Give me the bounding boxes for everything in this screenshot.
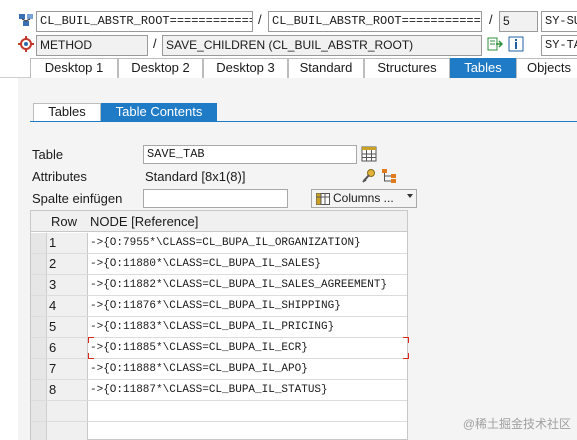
row-selector[interactable] xyxy=(31,254,47,274)
selection-corner xyxy=(88,353,94,359)
table-row[interactable]: 8 ->{O:11887*\CLASS=CL_BUPA_IL_STATUS} xyxy=(31,380,407,401)
chevron-down-icon xyxy=(407,194,413,198)
node-reference-cell[interactable]: ->{O:11880*\CLASS=CL_BUPA_IL_SALES} xyxy=(90,254,321,274)
class-icon xyxy=(18,12,34,28)
table-row[interactable]: 2 ->{O:11880*\CLASS=CL_BUPA_IL_SALES} xyxy=(31,254,407,275)
columns-button[interactable]: Columns ... xyxy=(311,189,417,208)
node-reference-cell[interactable]: ->{O:7955*\CLASS=CL_BUPA_IL_ORGANIZATION… xyxy=(90,233,361,253)
type-field[interactable]: METHOD xyxy=(36,35,148,56)
row-selector[interactable] xyxy=(31,233,47,253)
method-icon xyxy=(18,36,34,52)
line-number-field[interactable]: 5 xyxy=(499,11,538,32)
hierarchy-icon[interactable] xyxy=(381,168,397,184)
spalte-einfuegen-label: Spalte einfügen xyxy=(32,191,123,206)
selection-corner xyxy=(403,353,409,359)
info-icon[interactable] xyxy=(508,36,524,52)
separator: / xyxy=(489,12,493,27)
main-tab-strip: Desktop 1 Desktop 2 Desktop 3 Standard S… xyxy=(0,58,577,78)
attributes-value: Standard [8x1(8)] xyxy=(145,169,246,184)
table-row[interactable] xyxy=(31,422,407,440)
subtab-underline xyxy=(30,121,577,122)
selection-corner xyxy=(403,337,409,343)
sy-tabix-field[interactable]: SY-TA xyxy=(541,35,577,56)
table-input[interactable]: SAVE_TAB xyxy=(143,145,357,164)
grid-header: Row NODE [Reference] xyxy=(31,211,407,232)
tab-tables[interactable]: Tables xyxy=(450,58,516,78)
tab-structures[interactable]: Structures xyxy=(364,58,450,78)
separator: / xyxy=(258,12,262,27)
tab-objects[interactable]: Objects xyxy=(516,58,577,78)
class-field[interactable]: CL_BUIL_ABSTR_ROOT============ xyxy=(36,11,253,32)
table-label: Table xyxy=(32,147,64,162)
node-reference-cell[interactable]: ->{O:11882*\CLASS=CL_BUPA_IL_SALES_AGREE… xyxy=(90,275,387,295)
table-contents-grid[interactable]: Row NODE [Reference] 1 ->{O:7955*\CLASS=C… xyxy=(30,210,409,440)
table-row[interactable]: 5 ->{O:11883*\CLASS=CL_BUPA_IL_PRICING} xyxy=(31,317,407,338)
tab-desktop-2[interactable]: Desktop 2 xyxy=(118,58,203,78)
node-reference-cell[interactable]: ->{O:11883*\CLASS=CL_BUPA_IL_PRICING} xyxy=(90,317,334,337)
node-reference-cell[interactable]: ->{O:11887*\CLASS=CL_BUPA_IL_STATUS} xyxy=(90,380,328,400)
row-selector[interactable] xyxy=(31,338,47,358)
row-selector[interactable] xyxy=(31,275,47,295)
table-view-icon[interactable] xyxy=(361,146,377,162)
row-selector[interactable] xyxy=(31,317,47,337)
table-row[interactable]: 7 ->{O:11888*\CLASS=CL_BUPA_IL_APO} xyxy=(31,359,407,380)
sy-subrc-field[interactable]: SY-SU xyxy=(541,11,577,32)
subtab-table-contents[interactable]: Table Contents xyxy=(101,103,217,121)
node-reference-cell[interactable]: ->{O:11876*\CLASS=CL_BUPA_IL_SHIPPING} xyxy=(90,296,341,316)
method-field[interactable]: SAVE_CHILDREN (CL_BUIL_ABSTR_ROOT) xyxy=(162,35,482,56)
row-selector[interactable] xyxy=(31,359,47,379)
attributes-label: Attributes xyxy=(32,169,87,184)
columns-icon xyxy=(316,193,330,205)
attributes-icon[interactable] xyxy=(361,168,377,184)
row-selector[interactable] xyxy=(31,380,47,400)
columns-button-label: Columns ... xyxy=(333,191,394,205)
row-selector[interactable] xyxy=(31,422,47,440)
table-row[interactable]: 1 ->{O:7955*\CLASS=CL_BUPA_IL_ORGANIZATIO… xyxy=(31,233,407,254)
table-row[interactable]: 3 ->{O:11882*\CLASS=CL_BUPA_IL_SALES_AGRE… xyxy=(31,275,407,296)
node-reference-cell[interactable]: ->{O:11888*\CLASS=CL_BUPA_IL_APO} xyxy=(90,359,308,379)
row-selector[interactable] xyxy=(31,296,47,316)
callstack-row-2: METHOD / SAVE_CHILDREN (CL_BUIL_ABSTR_RO… xyxy=(0,33,577,57)
callstack-row-1: CL_BUIL_ABSTR_ROOT============ / CL_BUIL… xyxy=(0,9,577,33)
tab-desktop-3[interactable]: Desktop 3 xyxy=(203,58,288,78)
program-field[interactable]: CL_BUIL_ABSTR_ROOT============ xyxy=(268,11,482,32)
row-selector[interactable] xyxy=(31,401,47,421)
tab-desktop-1[interactable]: Desktop 1 xyxy=(30,58,118,78)
tab-standard[interactable]: Standard xyxy=(288,58,364,78)
selection-corner xyxy=(88,337,94,343)
table-row[interactable]: 4 ->{O:11876*\CLASS=CL_BUPA_IL_SHIPPING} xyxy=(31,296,407,317)
subtab-tables[interactable]: Tables xyxy=(33,103,101,121)
node-reference-cell[interactable]: ->{O:11885*\CLASS=CL_BUPA_IL_ECR} xyxy=(90,338,308,358)
separator: / xyxy=(153,36,157,51)
column-header-node[interactable]: NODE [Reference] xyxy=(90,214,198,229)
watermark: @稀土掘金技术社区 xyxy=(462,417,571,431)
table-row[interactable] xyxy=(31,401,407,422)
spalte-einfuegen-input[interactable] xyxy=(143,189,288,208)
navigate-icon[interactable] xyxy=(487,36,504,52)
column-header-row[interactable]: Row xyxy=(51,214,77,229)
